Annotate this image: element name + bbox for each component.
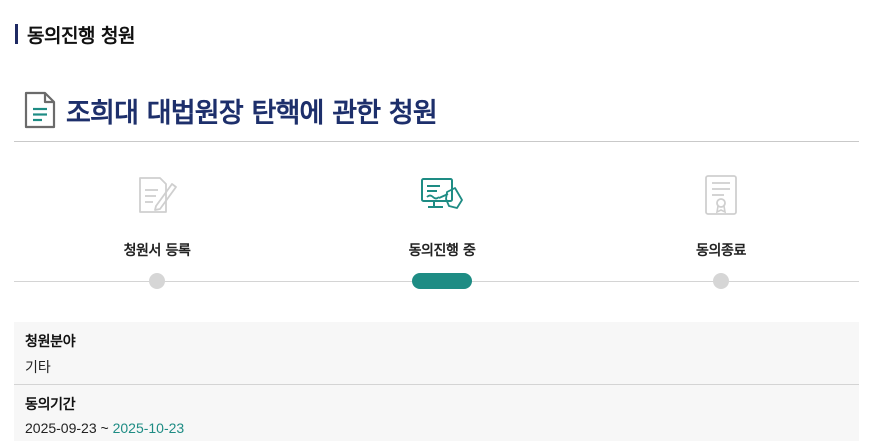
step-marker-current	[412, 273, 472, 289]
section-header: 동의진행 청원	[15, 22, 136, 47]
step-label-in-progress: 동의진행 중	[408, 243, 476, 259]
category-label: 청원분야	[25, 334, 76, 350]
period-end: 2025-10-23	[112, 420, 185, 436]
section-bar	[15, 24, 18, 44]
step-in-progress: 동의진행 중	[342, 170, 542, 260]
step-closed: 동의종료	[621, 170, 821, 260]
certificate-icon	[705, 175, 737, 215]
period-separator: ~	[100, 420, 109, 436]
step-marker-registration	[149, 273, 165, 289]
info-row-period: 동의기간 2025-09-23 ~ 2025-10-23	[14, 384, 859, 441]
petition-title: 조희대 대법원장 탄핵에 관한 청원	[66, 97, 438, 129]
step-label-registration: 청원서 등록	[123, 243, 191, 259]
step-marker-closed	[713, 273, 729, 289]
category-value: 기타	[25, 359, 51, 375]
info-row-category: 청원분야 기타	[14, 322, 859, 384]
petition-title-row: 조희대 대법원장 탄핵에 관한 청원	[24, 90, 438, 130]
step-registration: 청원서 등록	[57, 170, 257, 260]
period-label: 동의기간	[25, 397, 76, 413]
period-start: 2025-09-23	[25, 420, 97, 436]
title-divider	[14, 141, 859, 142]
step-label-closed: 동의종료	[696, 243, 746, 259]
computer-signing-icon	[421, 178, 463, 209]
document-pen-icon	[139, 177, 177, 213]
petition-info: 청원분야 기타 동의기간 2025-09-23 ~ 2025-10-23	[14, 322, 859, 441]
document-icon	[24, 91, 56, 129]
section-title: 동의진행 청원	[27, 24, 136, 47]
period-value: 2025-09-23 ~ 2025-10-23	[25, 420, 848, 436]
